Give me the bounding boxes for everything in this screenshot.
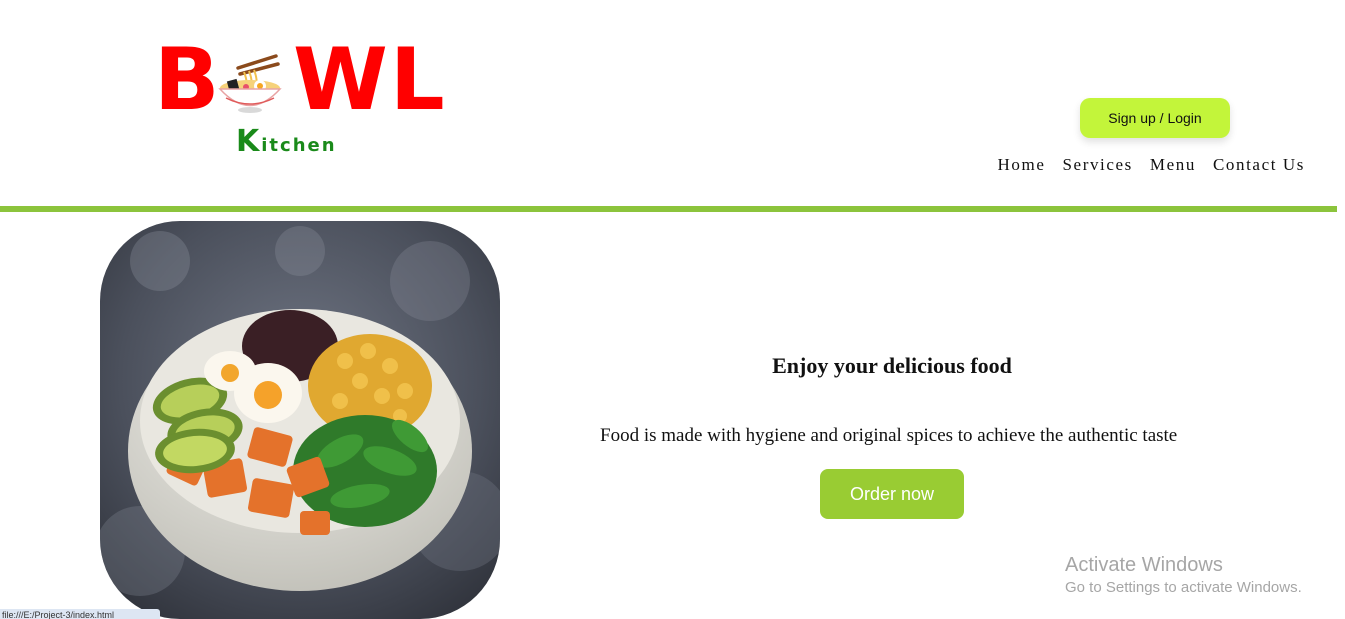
order-now-button[interactable]: Order now	[820, 469, 964, 519]
logo-letters-wl: WL	[293, 30, 447, 130]
logo-subtitle: Kitchen	[236, 124, 337, 159]
signup-login-button[interactable]: Sign up / Login	[1080, 98, 1230, 138]
activate-windows-subtitle: Go to Settings to activate Windows.	[1065, 579, 1302, 596]
salad-bowl-illustration	[100, 221, 500, 619]
logo-subtitle-initial: K	[236, 124, 262, 159]
logo[interactable]: B WL Kitchen	[150, 30, 445, 166]
activate-windows-watermark: Activate Windows Go to Settings to activ…	[1065, 554, 1302, 596]
logo-letter-b: B	[154, 30, 222, 130]
main-nav: Home Services Menu Contact Us	[998, 155, 1305, 175]
nav-contact-us[interactable]: Contact Us	[1213, 155, 1305, 175]
ramen-bowl-icon	[218, 54, 282, 113]
header-divider	[0, 206, 1337, 212]
nav-menu[interactable]: Menu	[1150, 155, 1196, 175]
hero-title: Enjoy your delicious food	[772, 353, 1012, 378]
nav-home[interactable]: Home	[998, 155, 1046, 175]
hero-description: Food is made with hygiene and original s…	[600, 425, 1178, 446]
activate-windows-title: Activate Windows	[1065, 554, 1223, 576]
logo-subtitle-rest: itchen	[261, 135, 337, 156]
hero-food-image	[100, 221, 500, 619]
browser-status-url: file:///E:/Project-3/index.html	[0, 609, 160, 619]
nav-services[interactable]: Services	[1063, 155, 1133, 175]
page: B WL Kitchen Sign up / Login Home Servic…	[0, 0, 1345, 619]
